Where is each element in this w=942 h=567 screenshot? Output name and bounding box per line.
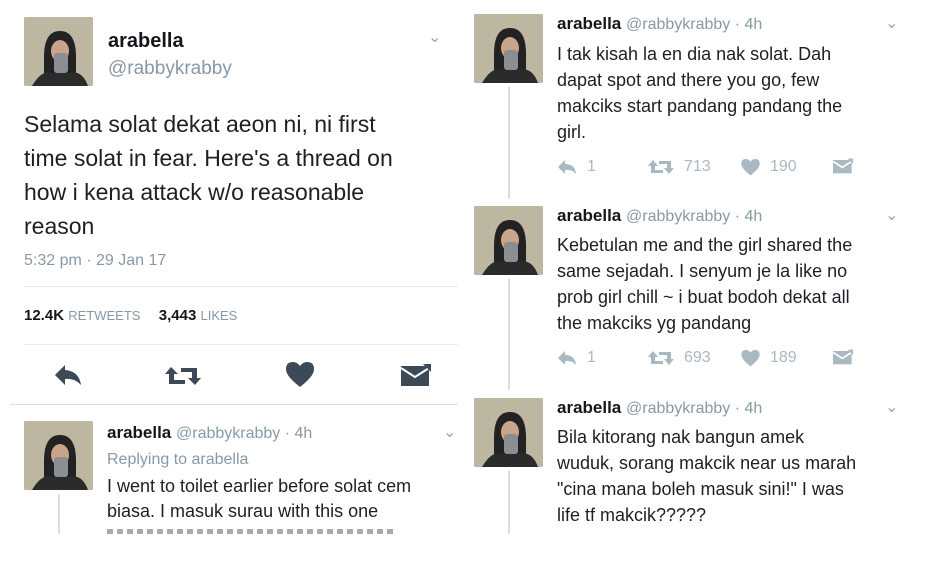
tweet-text: I went to toilet earlier before solat ce… bbox=[107, 474, 411, 524]
retweet-icon[interactable] bbox=[165, 363, 201, 389]
heart-icon[interactable] bbox=[286, 362, 314, 388]
like-button[interactable]: 189 bbox=[741, 349, 797, 367]
author-name[interactable]: arabella bbox=[107, 423, 171, 442]
engagement-stats: 12.4K RETWEETS 3,443 LIKES bbox=[24, 307, 237, 324]
avatar[interactable] bbox=[474, 14, 543, 83]
author-handle[interactable]: @rabbykrabby bbox=[108, 58, 232, 80]
retweet-count[interactable]: 12.4K bbox=[24, 307, 64, 324]
tweet-text-line: wuduk, sorang makcik near us marah bbox=[557, 453, 857, 473]
chevron-down-icon[interactable]: ⌄ bbox=[885, 208, 898, 224]
retweet-button[interactable]: 713 bbox=[648, 158, 711, 176]
author-name[interactable]: arabella bbox=[108, 30, 184, 53]
dm-button[interactable] bbox=[833, 349, 853, 365]
author-handle[interactable]: @rabbykrabby · 4h bbox=[626, 16, 762, 33]
chevron-down-icon[interactable]: ⌄ bbox=[885, 16, 898, 32]
replying-to[interactable]: Replying to arabella bbox=[107, 451, 248, 469]
retweet-count: 713 bbox=[684, 158, 711, 175]
avatar[interactable] bbox=[24, 17, 93, 86]
author-handle[interactable]: @rabbykrabby · 4h bbox=[626, 400, 762, 417]
like-count: 190 bbox=[770, 158, 797, 175]
timestamp[interactable]: 5:32 pm · 29 Jan 17 bbox=[24, 252, 166, 270]
reply-icon bbox=[558, 351, 576, 365]
heart-icon bbox=[741, 349, 760, 366]
retweet-icon bbox=[648, 160, 674, 174]
reply-icon[interactable] bbox=[53, 363, 83, 387]
tweet-text: Selama solat dekat aeon ni, ni first tim… bbox=[24, 107, 393, 243]
chevron-down-icon[interactable]: ⌄ bbox=[885, 400, 898, 416]
divider bbox=[10, 404, 458, 405]
chevron-down-icon[interactable]: ⌄ bbox=[428, 30, 441, 46]
tweet-text: Kebetulan me and the girl shared the sam… bbox=[557, 232, 852, 336]
cut-off-text bbox=[107, 526, 397, 534]
divider bbox=[24, 344, 458, 345]
tweet-header: arabella @rabbykrabby · 4h bbox=[107, 423, 312, 443]
tweet-text-line: the makciks yg pandang bbox=[557, 313, 752, 333]
avatar[interactable] bbox=[474, 398, 543, 467]
avatar[interactable] bbox=[474, 206, 543, 275]
author-name[interactable]: arabella bbox=[557, 14, 621, 33]
tweet-header: arabella @rabbykrabby · 4h bbox=[557, 14, 762, 34]
like-count[interactable]: 3,443 bbox=[159, 307, 197, 324]
retweet-label[interactable]: RETWEETS bbox=[68, 308, 140, 323]
tweet-text-line: girl. bbox=[557, 122, 587, 142]
envelope-icon bbox=[833, 349, 853, 365]
divider bbox=[24, 286, 458, 287]
tweet-text-line: same sejadah. I senyum je la like no bbox=[557, 261, 848, 281]
tweet-text-line: I tak kisah la en dia nak solat. Dah bbox=[557, 44, 832, 64]
reply-icon bbox=[558, 160, 576, 174]
tweet-text-line: biasa. I masuk surau with this one bbox=[107, 501, 379, 521]
dm-button[interactable] bbox=[833, 158, 853, 174]
tweet-text-line: time solat in fear. Here's a thread on bbox=[24, 145, 393, 171]
thread-line bbox=[58, 494, 60, 534]
heart-icon bbox=[741, 158, 760, 175]
thread-line bbox=[508, 87, 510, 199]
chevron-down-icon[interactable]: ⌄ bbox=[443, 425, 456, 441]
avatar[interactable] bbox=[24, 421, 93, 490]
tweet-text: Bila kitorang nak bangun amek wuduk, sor… bbox=[557, 424, 856, 528]
tweet-text-line: life tf makcik????? bbox=[557, 505, 707, 525]
tweet-text-line: dapat spot and there you go, few bbox=[557, 70, 820, 90]
tweet-text-line: makciks start pandang pandang the bbox=[557, 96, 843, 116]
reply-count: 1 bbox=[587, 158, 596, 175]
tweet-text-line: Kebetulan me and the girl shared the bbox=[557, 235, 853, 255]
retweet-button[interactable]: 693 bbox=[648, 349, 711, 367]
tweet-text-line: prob girl chill ~ i buat bodoh dekat all bbox=[557, 287, 850, 307]
retweet-count: 693 bbox=[684, 349, 711, 366]
tweet-text-line: I went to toilet earlier before solat ce… bbox=[107, 476, 412, 496]
thread-line bbox=[508, 471, 510, 534]
tweet-text-line: "cina mana boleh masuk sini!" I was bbox=[557, 479, 844, 499]
tweet-text-line: Bila kitorang nak bangun amek bbox=[557, 427, 805, 447]
envelope-icon bbox=[833, 158, 853, 174]
tweet-text-line: reason bbox=[24, 213, 95, 239]
like-label[interactable]: LIKES bbox=[201, 308, 238, 323]
retweet-icon bbox=[648, 351, 674, 365]
like-count: 189 bbox=[770, 349, 797, 366]
like-button[interactable]: 190 bbox=[741, 158, 797, 176]
author-handle[interactable]: @rabbykrabby · 4h bbox=[626, 208, 762, 225]
tweet-text-line: Selama solat dekat aeon ni, ni first bbox=[24, 111, 376, 137]
tweet-header: arabella @rabbykrabby · 4h bbox=[557, 398, 762, 418]
author-handle[interactable]: @rabbykrabby · 4h bbox=[176, 425, 312, 442]
tweet-text-line: how i kena attack w/o reasonable bbox=[24, 179, 365, 205]
reply-button[interactable]: 1 bbox=[557, 158, 596, 176]
reply-count: 1 bbox=[587, 349, 596, 366]
tweet-text: I tak kisah la en dia nak solat. Dah dap… bbox=[557, 41, 842, 145]
reply-button[interactable]: 1 bbox=[557, 349, 596, 367]
thread-line bbox=[508, 279, 510, 390]
author-name[interactable]: arabella bbox=[557, 398, 621, 417]
author-name[interactable]: arabella bbox=[557, 206, 621, 225]
envelope-icon[interactable] bbox=[401, 364, 431, 386]
tweet-header: arabella @rabbykrabby · 4h bbox=[557, 206, 762, 226]
